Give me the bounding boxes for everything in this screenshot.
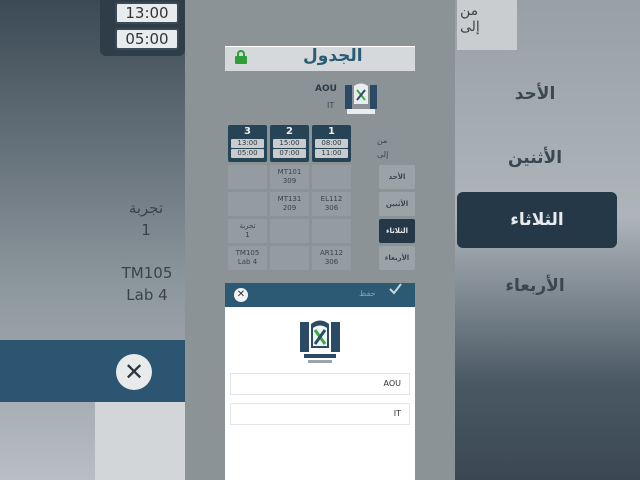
phone-screen: الجدول AOU IT من إلى 3 13:00 05:00 2 15:…	[185, 0, 455, 480]
to-label: إلى	[377, 150, 389, 159]
period-number: 3	[244, 126, 251, 137]
schedule-cell[interactable]	[312, 165, 351, 189]
schedule-cell[interactable]: MT101 309	[270, 165, 309, 189]
background-close-icon: ✕	[116, 354, 152, 390]
background-day: الأربعاء	[505, 276, 565, 296]
screen: 13:00 05:00 تجربة 1 TM105 Lab 4 ✕ من إلى ال…	[0, 0, 640, 480]
schedule-cell[interactable]: تجربة 1	[228, 219, 267, 243]
day-tab-monday[interactable]: الأثنين	[379, 192, 415, 216]
check-icon[interactable]	[388, 282, 402, 296]
schedule-cell[interactable]	[312, 219, 351, 243]
schedule-cell[interactable]: MT131 209	[270, 192, 309, 216]
sheet-header	[225, 283, 415, 307]
schedule-cell[interactable]	[228, 165, 267, 189]
period-number: 2	[286, 126, 293, 137]
schedule-cell[interactable]	[228, 192, 267, 216]
period-slot-3[interactable]: 3 13:00 05:00	[228, 125, 267, 162]
period-number: 1	[328, 126, 335, 137]
background-time-start: 13:00	[115, 2, 179, 24]
schedule-cell[interactable]: AR112 306	[312, 246, 351, 270]
lock-icon[interactable]	[235, 50, 247, 64]
background-left: 13:00 05:00 تجربة 1 TM105 Lab 4 ✕	[0, 0, 185, 480]
period-end: 07:00	[273, 149, 306, 158]
period-start: 13:00	[231, 139, 264, 148]
background-right: من إلى الأحد الأثنين الثلاثاء الأربعاء	[455, 0, 640, 480]
background-cell-text: TM105 Lab 4	[121, 264, 173, 304]
schedule-cell[interactable]: TM105 Lab 4	[228, 246, 267, 270]
time-range: من إلى	[377, 134, 415, 162]
org-name: AOU	[315, 84, 337, 94]
period-end: 05:00	[231, 149, 264, 158]
university-emblem-icon	[345, 83, 377, 114]
period-slot-2[interactable]: 2 15:00 07:00	[270, 125, 309, 162]
background-sheet-header	[0, 340, 185, 402]
university-emblem-icon	[300, 320, 340, 363]
department-name: IT	[327, 101, 335, 110]
period-start: 15:00	[273, 139, 306, 148]
schedule-cell[interactable]	[270, 219, 309, 243]
department-field[interactable]: IT	[230, 403, 410, 425]
from-label: من	[377, 136, 388, 145]
save-button[interactable]: حفظ	[359, 289, 376, 298]
close-icon[interactable]: ✕	[234, 288, 248, 302]
day-tab-tuesday[interactable]: الثلاثاء	[379, 219, 415, 243]
period-slot-1[interactable]: 1 08:00 11:00	[312, 125, 351, 162]
period-start: 08:00	[315, 139, 348, 148]
day-tab-sunday[interactable]: الأحد	[379, 165, 415, 189]
background-sheet-body	[95, 402, 185, 480]
app-logo: الجدول	[303, 46, 363, 66]
schedule-cell[interactable]	[270, 246, 309, 270]
background-range: من إلى	[457, 0, 517, 50]
period-end: 11:00	[315, 149, 348, 158]
background-day: الأثنين	[507, 148, 563, 168]
org-name-field[interactable]: AOU	[230, 373, 410, 395]
background-time-end: 05:00	[115, 28, 179, 50]
day-tab-wednesday[interactable]: الأربعاء	[379, 246, 415, 270]
background-cell-text: تجربة 1	[128, 199, 164, 239]
background-day: الأحد	[514, 84, 556, 104]
background-day-active: الثلاثاء	[457, 192, 617, 248]
schedule-cell[interactable]: EL112 306	[312, 192, 351, 216]
